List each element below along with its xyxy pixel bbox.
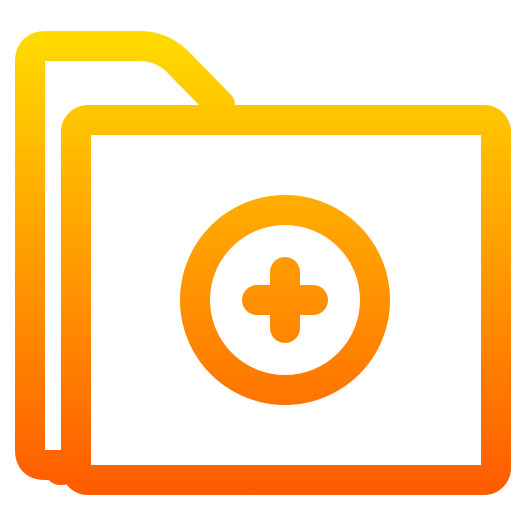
folder-seam <box>45 435 91 485</box>
plus-icon <box>242 257 328 343</box>
icon-canvas <box>0 0 512 512</box>
add-folder-icon <box>15 31 511 495</box>
